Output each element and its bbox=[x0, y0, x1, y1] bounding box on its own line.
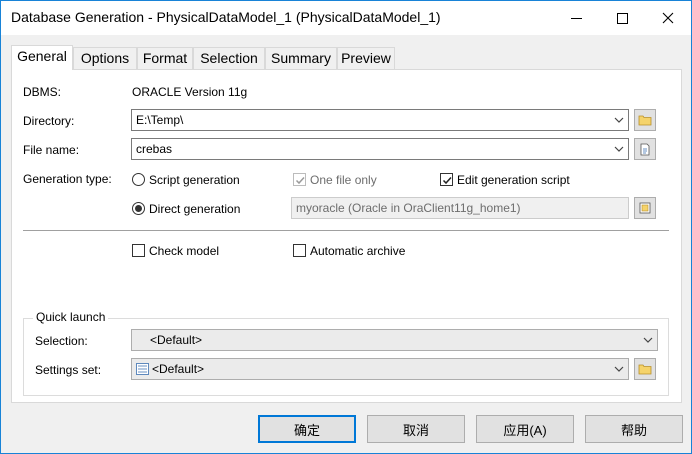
selection-value: <Default> bbox=[150, 333, 203, 347]
dbms-label: DBMS: bbox=[23, 85, 62, 99]
window-title: Database Generation - PhysicalDataModel_… bbox=[11, 9, 441, 25]
close-button[interactable] bbox=[645, 1, 691, 35]
datasource-value: myoracle (Oracle in OraClient11g_home1) bbox=[296, 201, 521, 215]
title-bar[interactable]: Database Generation - PhysicalDataModel_… bbox=[1, 1, 691, 35]
tab-general[interactable]: General bbox=[11, 45, 73, 70]
one-file-only-label: One file only bbox=[310, 173, 377, 187]
cancel-button[interactable]: 取消 bbox=[367, 415, 465, 443]
dialog-window: Database Generation - PhysicalDataModel_… bbox=[0, 0, 692, 454]
browse-directory-button[interactable] bbox=[634, 109, 656, 131]
generation-type-label: Generation type: bbox=[23, 172, 112, 186]
edit-generation-script-label[interactable]: Edit generation script bbox=[457, 173, 570, 187]
datasource-icon bbox=[639, 202, 651, 214]
browse-file-button[interactable] bbox=[634, 138, 656, 160]
direct-generation-radio[interactable] bbox=[132, 202, 145, 215]
folder-icon bbox=[638, 364, 652, 375]
chevron-down-icon bbox=[643, 337, 653, 343]
selection-label: Selection: bbox=[35, 334, 88, 348]
folder-icon bbox=[638, 115, 652, 126]
chevron-down-icon bbox=[614, 117, 624, 123]
directory-label: Directory: bbox=[23, 114, 75, 128]
checkmark-icon bbox=[295, 176, 305, 185]
datasource-field[interactable]: myoracle (Oracle in OraClient11g_home1) bbox=[291, 197, 629, 219]
directory-combo[interactable]: E:\Temp\ bbox=[131, 109, 629, 131]
automatic-archive-label[interactable]: Automatic archive bbox=[310, 244, 405, 258]
one-file-only-checkbox[interactable] bbox=[293, 173, 306, 186]
script-generation-radio[interactable] bbox=[132, 173, 145, 186]
file-icon bbox=[640, 143, 650, 155]
script-generation-label[interactable]: Script generation bbox=[149, 173, 240, 187]
selection-combo[interactable]: <Default> bbox=[131, 329, 658, 351]
settings-set-value: <Default> bbox=[152, 362, 205, 376]
settings-set-label: Settings set: bbox=[35, 363, 102, 377]
settings-set-icon bbox=[136, 363, 149, 375]
edit-generation-script-checkbox[interactable] bbox=[440, 173, 453, 186]
tab-options[interactable]: Options bbox=[73, 47, 137, 69]
tab-summary[interactable]: Summary bbox=[265, 47, 337, 69]
dbms-value: ORACLE Version 11g bbox=[132, 85, 248, 99]
separator bbox=[23, 230, 669, 231]
filename-combo[interactable]: crebas bbox=[131, 138, 629, 160]
check-model-label[interactable]: Check model bbox=[149, 244, 219, 258]
datasource-button[interactable] bbox=[634, 197, 656, 219]
automatic-archive-checkbox[interactable] bbox=[293, 244, 306, 257]
chevron-down-icon bbox=[614, 366, 624, 372]
minimize-button[interactable] bbox=[553, 1, 599, 35]
chevron-down-icon bbox=[614, 146, 624, 152]
filename-label: File name: bbox=[23, 143, 80, 157]
help-button[interactable]: 帮助 bbox=[585, 415, 683, 443]
maximize-button[interactable] bbox=[599, 1, 645, 35]
tab-selection[interactable]: Selection bbox=[193, 47, 265, 69]
settings-set-combo[interactable]: <Default> bbox=[131, 358, 629, 380]
tab-format[interactable]: Format bbox=[137, 47, 193, 69]
ok-button[interactable]: 确定 bbox=[258, 415, 356, 443]
maximize-icon bbox=[616, 12, 628, 24]
filename-value: crebas bbox=[136, 142, 173, 156]
directory-value: E:\Temp\ bbox=[136, 113, 184, 127]
direct-generation-label[interactable]: Direct generation bbox=[149, 202, 240, 216]
browse-settings-button[interactable] bbox=[634, 358, 656, 380]
close-icon bbox=[662, 12, 674, 24]
tab-preview[interactable]: Preview bbox=[337, 47, 395, 69]
apply-button[interactable]: 应用(A) bbox=[476, 415, 574, 443]
quick-launch-title: Quick launch bbox=[33, 310, 109, 324]
checkmark-icon bbox=[442, 176, 452, 185]
minimize-icon bbox=[570, 17, 582, 19]
check-model-checkbox[interactable] bbox=[132, 244, 145, 257]
